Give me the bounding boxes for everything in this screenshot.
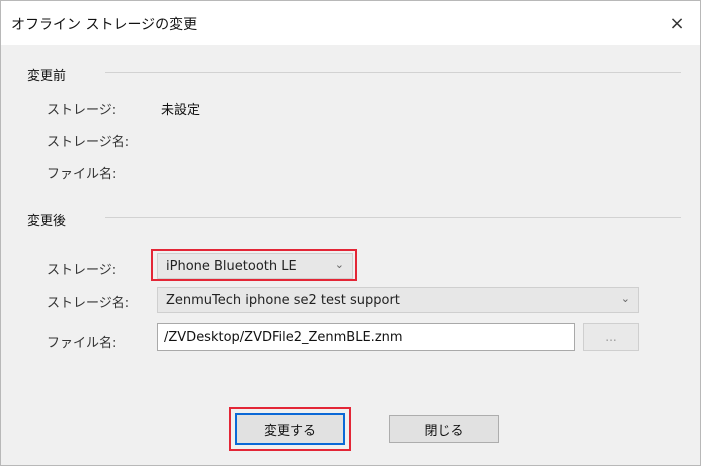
close-button[interactable]: 閉じる xyxy=(389,415,499,443)
storage-select-value: iPhone Bluetooth LE xyxy=(166,258,297,274)
after-storage-name-label: ストレージ名: xyxy=(47,296,130,311)
before-storage-value: 未設定 xyxy=(161,103,201,118)
before-file-name-label: ファイル名: xyxy=(47,167,117,182)
change-button[interactable]: 変更する xyxy=(235,413,345,445)
after-storage-label: ストレージ: xyxy=(47,263,117,278)
chevron-down-icon: ⌄ xyxy=(334,258,344,271)
storage-select[interactable]: iPhone Bluetooth LE ⌄ xyxy=(157,253,353,279)
offline-storage-dialog: オフライン ストレージの変更 × 変更前 ストレージ: 未設定 ストレージ名: … xyxy=(0,0,701,466)
after-group-divider xyxy=(105,217,681,218)
before-group-divider xyxy=(105,72,681,73)
title-bar: オフライン ストレージの変更 × xyxy=(1,1,700,45)
before-storage-name-label: ストレージ名: xyxy=(47,135,130,150)
after-group-title: 変更後 xyxy=(27,214,67,229)
storage-name-select[interactable]: ZenmuTech iphone se2 test support ⌄ xyxy=(157,287,639,313)
file-name-input[interactable]: /ZVDesktop/ZVDFile2_ZenmBLE.znm xyxy=(157,323,575,351)
chevron-down-icon: ⌄ xyxy=(620,292,630,305)
before-storage-label: ストレージ: xyxy=(47,103,117,118)
storage-name-select-value: ZenmuTech iphone se2 test support xyxy=(166,292,400,308)
after-file-name-label: ファイル名: xyxy=(47,336,117,351)
browse-button[interactable]: ... xyxy=(583,323,639,351)
close-icon[interactable]: × xyxy=(654,1,700,45)
dialog-title: オフライン ストレージの変更 xyxy=(11,17,198,33)
before-group-title: 変更前 xyxy=(27,69,67,84)
